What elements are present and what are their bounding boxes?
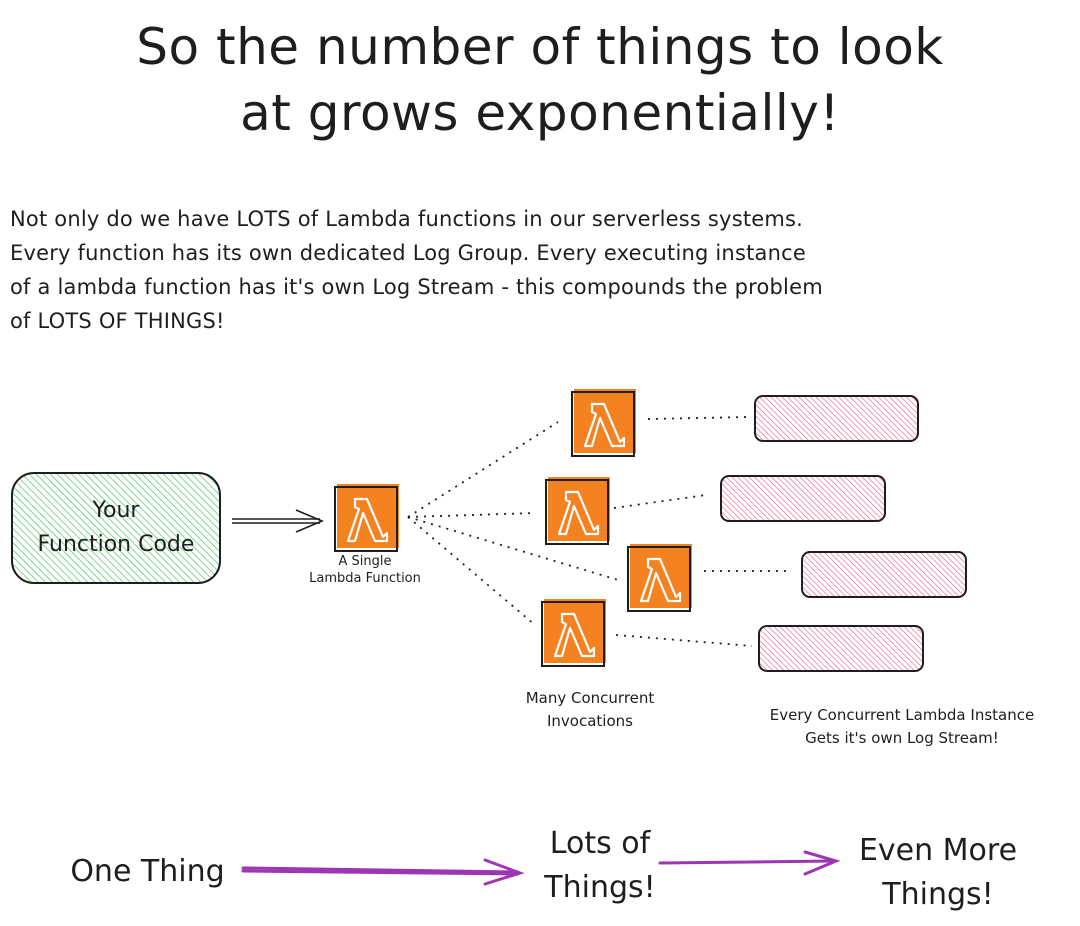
concurrent-invocations-label: Many Concurrent Invocations xyxy=(495,687,685,733)
log-stream-label: Every Concurrent Lambda Instance Gets it… xyxy=(722,704,1080,750)
single-lambda-label-line-2: Lambda Function xyxy=(309,571,421,586)
concurrent-lambda-icon xyxy=(570,387,638,458)
function-code-label-line-2: Function Code xyxy=(37,532,195,557)
flow-arrow-2 xyxy=(658,850,841,876)
single-lambda-label-line-1: A Single xyxy=(338,554,392,569)
flow-step-one-thing: One Thing xyxy=(70,854,225,889)
arrow-code-to-lambda xyxy=(232,509,325,533)
log-stream-label-line-2: Gets it's own Log Stream! xyxy=(805,729,999,747)
log-stream-label-line-1: Every Concurrent Lambda Instance xyxy=(769,706,1035,724)
flow-step-2-line-2: Things! xyxy=(544,870,656,905)
concurrent-lambda-icon xyxy=(544,475,612,546)
concurrent-label-line-1: Many Concurrent xyxy=(525,689,655,707)
function-code-label-line-1: Your xyxy=(92,498,140,523)
log-stream-box xyxy=(720,475,886,522)
diagram-canvas xyxy=(11,387,967,886)
flow-step-even-more-things: Even More Things! xyxy=(838,829,1038,917)
flow-arrow-1 xyxy=(241,858,525,886)
concurrent-lambda-icon xyxy=(540,597,608,668)
log-stream-box xyxy=(754,395,919,442)
function-code-label: Your Function Code xyxy=(12,494,220,562)
flow-step-3-line-2: Things! xyxy=(882,877,994,912)
single-lambda-label: A Single Lambda Function xyxy=(290,553,440,587)
log-stream-box xyxy=(758,625,924,672)
flow-step-2-line-1: Lots of xyxy=(549,826,651,861)
log-stream-box xyxy=(801,551,967,598)
concurrent-label-line-2: Invocations xyxy=(547,712,633,730)
single-lambda-icon xyxy=(333,482,401,553)
flow-step-lots-of-things: Lots of Things! xyxy=(515,822,685,910)
concurrent-lambda-icon xyxy=(626,542,694,613)
flow-step-3-line-1: Even More xyxy=(858,833,1018,868)
